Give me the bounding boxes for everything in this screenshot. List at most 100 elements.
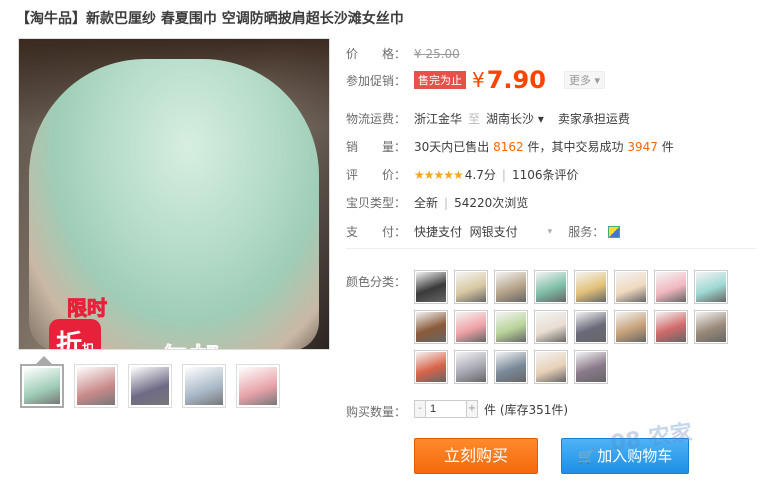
review-count-link[interactable]: 1106条评价 xyxy=(512,166,579,183)
item-type-label: 宝贝类型： xyxy=(346,196,407,210)
swatch-image xyxy=(536,272,566,302)
thumbnail-image xyxy=(77,367,115,405)
buy-now-button[interactable]: 立刻购买 xyxy=(414,438,538,474)
swatch-image xyxy=(456,352,486,382)
rating-stars-icon: ★★★★★ xyxy=(414,167,464,182)
payment-bank: 网银支付 xyxy=(469,225,518,239)
sales-suffix: 件 xyxy=(661,140,674,154)
color-swatch-17[interactable] xyxy=(414,350,448,384)
promo-tag: 售完为止 xyxy=(414,71,466,89)
swatch-image xyxy=(576,272,606,302)
color-swatch-3[interactable] xyxy=(494,270,528,304)
color-swatch-8[interactable] xyxy=(694,270,728,304)
swatch-image xyxy=(456,272,486,302)
color-swatch-15[interactable] xyxy=(654,310,688,344)
original-price: ¥ 25.00 xyxy=(414,46,460,61)
color-swatch-20[interactable] xyxy=(534,350,568,384)
color-swatch-19[interactable] xyxy=(494,350,528,384)
cart-icon: 🛒 xyxy=(577,449,596,465)
discount-small: 扣 xyxy=(82,342,95,350)
color-swatch-2[interactable] xyxy=(454,270,488,304)
thumbnail-1[interactable] xyxy=(20,364,64,408)
color-swatch-7[interactable] xyxy=(654,270,688,304)
discount-big: 折 xyxy=(55,330,82,350)
thumbnail-5[interactable] xyxy=(236,364,280,408)
more-promos-button[interactable]: 更多 ▾ xyxy=(563,71,605,89)
promo-row: 参加促销： 售完为止 ¥ 7.90 更多 ▾ xyxy=(346,66,605,94)
price-label: 价 格： xyxy=(346,47,407,61)
color-swatches xyxy=(414,270,734,384)
thumbnail-image xyxy=(185,367,223,405)
color-swatch-9[interactable] xyxy=(414,310,448,344)
thumbnail-strip xyxy=(20,364,280,408)
quantity-unit: 件 (库存351件) xyxy=(484,402,569,417)
payment-dropdown-icon[interactable]: ▾ xyxy=(548,227,553,237)
limit-time-text: 限时 xyxy=(67,296,108,321)
color-swatch-6[interactable] xyxy=(614,270,648,304)
color-label: 颜色分类： xyxy=(346,275,407,289)
color-swatch-14[interactable] xyxy=(614,310,648,344)
quantity-input[interactable] xyxy=(426,400,466,418)
rating-score: 4.7分 xyxy=(464,168,496,182)
color-swatch-4[interactable] xyxy=(534,270,568,304)
swatch-image xyxy=(496,312,526,342)
thumb-pointer-icon xyxy=(36,356,52,364)
service-label: 服务： xyxy=(568,225,605,239)
color-swatch-16[interactable] xyxy=(694,310,728,344)
divider xyxy=(346,248,756,249)
color-swatch-21[interactable] xyxy=(574,350,608,384)
color-swatch-13[interactable] xyxy=(574,310,608,344)
color-swatch-18[interactable] xyxy=(454,350,488,384)
swatch-image xyxy=(456,312,486,342)
quantity-plus-button[interactable]: + xyxy=(466,400,478,418)
quantity-minus-button[interactable]: - xyxy=(414,400,426,418)
swatch-image xyxy=(536,312,566,342)
swatch-image xyxy=(416,272,446,302)
item-type-row: 宝贝类型： 全新 | 54220次浏览 xyxy=(346,194,528,211)
swatch-image xyxy=(416,312,446,342)
payment-express: 快捷支付 xyxy=(414,225,463,239)
thumbnail-image xyxy=(239,367,277,405)
payment-row: 支 付： 快捷支付 网银支付 ▾ 服务： xyxy=(346,223,621,240)
item-condition: 全新 xyxy=(414,196,439,210)
product-title: 【淘牛品】新款巴厘纱 春夏围巾 空调防晒披肩超长沙滩女丝巾 xyxy=(16,11,404,27)
swatch-image xyxy=(656,272,686,302)
swatch-image xyxy=(616,312,646,342)
swatch-image xyxy=(496,272,526,302)
sales-mid: 件，其中交易成功 xyxy=(527,140,624,154)
color-swatch-10[interactable] xyxy=(454,310,488,344)
main-product-image[interactable]: 限时 折扣 包邮 xyxy=(18,38,330,350)
shipping-label: 物流运费： xyxy=(346,112,407,126)
quantity-stepper: - + 件 (库存351件) xyxy=(414,400,568,418)
shipping-row: 物流运费： 浙江金华 至 湖南长沙 ▾ 卖家承担运费 xyxy=(346,110,630,127)
promo-price: 7.90 xyxy=(486,66,546,94)
swatch-image xyxy=(696,272,726,302)
swatch-image xyxy=(696,312,726,342)
swatch-image xyxy=(616,272,646,302)
color-swatch-11[interactable] xyxy=(494,310,528,344)
thumbnail-3[interactable] xyxy=(128,364,172,408)
sales-sold-count: 8162 xyxy=(493,139,524,154)
rating-row: 评 价： ★★★★★ 4.7分 | 1106条评价 xyxy=(346,166,578,183)
swatch-image xyxy=(576,312,606,342)
thumbnail-image xyxy=(24,368,60,404)
rating-label: 评 价： xyxy=(346,168,407,182)
swatch-image xyxy=(656,312,686,342)
color-swatch-1[interactable] xyxy=(414,270,448,304)
price-row: 价 格： ¥ 25.00 xyxy=(346,45,460,62)
service-icon[interactable] xyxy=(608,225,621,238)
swatch-image xyxy=(576,352,606,382)
swatch-image xyxy=(496,352,526,382)
thumbnail-2[interactable] xyxy=(74,364,118,408)
sales-prefix: 30天内已售出 xyxy=(414,140,490,154)
free-shipping-text: 包邮 xyxy=(159,335,220,350)
color-swatch-12[interactable] xyxy=(534,310,568,344)
discount-badge: 折扣 xyxy=(49,319,101,350)
color-swatch-5[interactable] xyxy=(574,270,608,304)
promo-price-symbol: ¥ xyxy=(472,68,485,92)
payment-label: 支 付： xyxy=(346,225,407,239)
view-count: 54220次浏览 xyxy=(454,196,529,210)
ship-to-selector[interactable]: 湖南长沙 ▾ xyxy=(486,110,544,127)
thumbnail-4[interactable] xyxy=(182,364,226,408)
swatch-image xyxy=(416,352,446,382)
